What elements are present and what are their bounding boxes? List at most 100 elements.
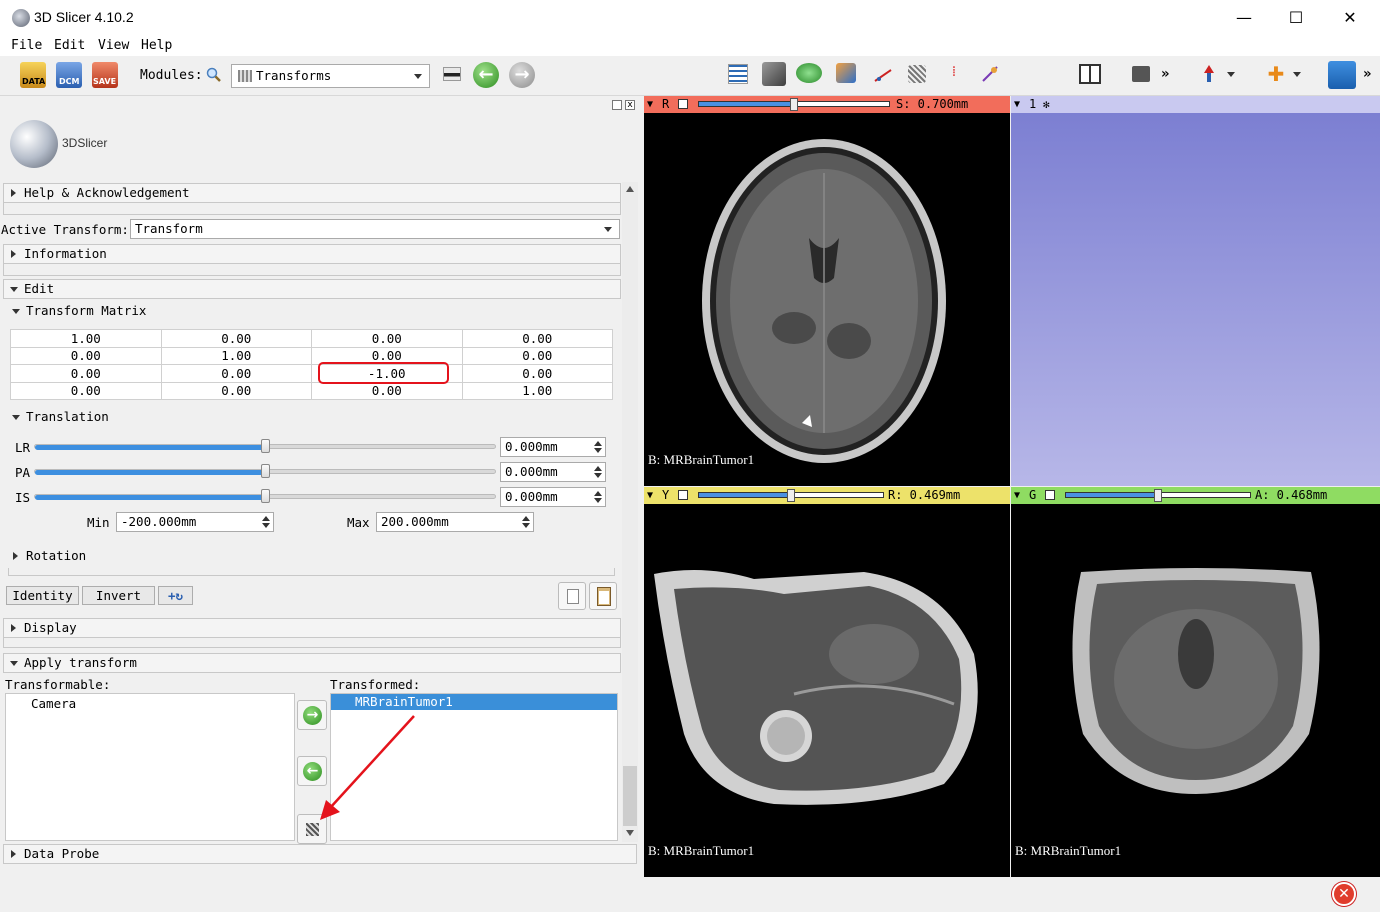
menu-edit[interactable]: Edit bbox=[54, 38, 85, 53]
pa-slider-handle[interactable] bbox=[261, 464, 270, 478]
split-transform-button[interactable]: +↻ bbox=[158, 586, 193, 605]
maximize-button[interactable]: ☐ bbox=[1273, 0, 1319, 36]
section-apply-transform[interactable]: Apply transform bbox=[3, 653, 621, 673]
module-history-icon[interactable] bbox=[443, 67, 461, 81]
section-data-probe[interactable]: Data Probe bbox=[3, 844, 637, 864]
active-transform-selector[interactable]: Transform bbox=[130, 219, 620, 239]
matrix-cell-1-0[interactable]: 0.00 bbox=[10, 346, 162, 365]
back-arrow-icon[interactable]: ← bbox=[473, 62, 499, 88]
screenshot-icon[interactable] bbox=[1132, 66, 1150, 82]
section-information[interactable]: Information bbox=[3, 244, 621, 264]
section-help[interactable]: Help & Acknowledgement bbox=[3, 183, 621, 203]
markups-icon[interactable] bbox=[873, 64, 893, 84]
close-window-button[interactable]: ✕ bbox=[1327, 0, 1373, 36]
list-item[interactable]: Camera bbox=[31, 696, 76, 711]
green-slice-view[interactable]: B: MRBrainTumor1 bbox=[1011, 504, 1380, 877]
mouse-mode-dropdown-icon[interactable] bbox=[1227, 72, 1235, 77]
more-tools-chevron[interactable]: » bbox=[1161, 66, 1169, 82]
red-slider-handle[interactable] bbox=[790, 98, 798, 111]
green-slider-handle[interactable] bbox=[1154, 489, 1162, 502]
yellow-slider-handle[interactable] bbox=[787, 489, 795, 502]
close-panel-icon[interactable]: x bbox=[625, 100, 635, 110]
is-slider-handle[interactable] bbox=[261, 489, 270, 503]
matrix-cell-3-1[interactable]: 0.00 bbox=[160, 381, 312, 400]
link-icon[interactable] bbox=[678, 99, 688, 109]
save-button[interactable]: SAVE bbox=[92, 62, 118, 88]
more-tools-chevron-right[interactable]: » bbox=[1363, 66, 1371, 82]
matrix-cell-3-2[interactable]: 0.00 bbox=[311, 381, 463, 400]
lr-label: LR bbox=[15, 440, 31, 455]
volumes-cube-icon[interactable] bbox=[762, 62, 786, 86]
rotation-header[interactable]: Rotation bbox=[10, 548, 86, 563]
pin-icon[interactable]: ▼ bbox=[647, 487, 653, 504]
load-data-button[interactable]: DATA bbox=[20, 62, 46, 88]
paste-icon[interactable] bbox=[589, 582, 617, 610]
crosshair-dropdown-icon[interactable] bbox=[1293, 72, 1301, 77]
pa-value-spinbox[interactable]: 0.000mm bbox=[500, 462, 606, 482]
minimize-button[interactable]: — bbox=[1221, 0, 1267, 36]
panel-scrollbar[interactable] bbox=[622, 182, 638, 842]
layout-icon[interactable] bbox=[1079, 64, 1101, 84]
transform-matrix-header[interactable]: Transform Matrix bbox=[10, 303, 146, 318]
models-icon[interactable] bbox=[796, 63, 822, 83]
slicer-app-icon bbox=[12, 9, 30, 27]
scroll-down-arrow-icon[interactable] bbox=[626, 830, 634, 836]
threed-view[interactable] bbox=[1011, 113, 1380, 486]
max-value-spinbox[interactable]: 200.000mm bbox=[376, 512, 534, 532]
mouse-mode-icon[interactable] bbox=[1201, 64, 1217, 84]
scrollbar-thumb[interactable] bbox=[623, 766, 637, 826]
matrix-cell-0-2[interactable]: 0.00 bbox=[311, 329, 463, 348]
copy-icon[interactable] bbox=[558, 582, 586, 610]
yellow-slice-view[interactable]: B: MRBrainTumor1 bbox=[644, 504, 1010, 877]
min-value-spinbox[interactable]: -200.000mm bbox=[116, 512, 274, 532]
module-selector[interactable]: Transforms bbox=[231, 64, 430, 88]
transforms-icon[interactable] bbox=[908, 65, 926, 83]
extension-manager-icon[interactable] bbox=[1328, 61, 1356, 89]
translation-header[interactable]: Translation bbox=[10, 409, 109, 424]
matrix-cell-1-1[interactable]: 1.00 bbox=[160, 346, 312, 365]
crop-volume-icon[interactable] bbox=[980, 64, 1000, 84]
data-module-icon[interactable] bbox=[728, 64, 748, 84]
list-item-selected[interactable]: MRBrainTumor1 bbox=[331, 694, 617, 710]
matrix-cell-1-3[interactable]: 0.00 bbox=[461, 346, 613, 365]
expand-arrow-icon bbox=[11, 850, 16, 858]
load-dicom-button[interactable]: DCM bbox=[56, 62, 82, 88]
matrix-cell-3-3[interactable]: 1.00 bbox=[461, 381, 613, 400]
section-display[interactable]: Display bbox=[3, 618, 621, 638]
logo-text: 3DSlicer bbox=[62, 136, 108, 150]
pin-icon[interactable]: ▼ bbox=[647, 96, 653, 113]
lr-value-spinbox[interactable]: 0.000mm bbox=[500, 437, 606, 457]
search-icon[interactable] bbox=[206, 67, 222, 83]
matrix-cell-0-3[interactable]: 0.00 bbox=[461, 329, 613, 348]
matrix-cell-2-3[interactable]: 0.00 bbox=[461, 364, 613, 383]
matrix-cell-2-1[interactable]: 0.00 bbox=[160, 364, 312, 383]
menu-view[interactable]: View bbox=[98, 38, 129, 53]
matrix-cell-0-1[interactable]: 0.00 bbox=[160, 329, 312, 348]
undock-icon[interactable] bbox=[612, 100, 622, 110]
menu-file[interactable]: File bbox=[11, 38, 42, 53]
pin-icon[interactable]: ▼ bbox=[1014, 487, 1020, 504]
crosshair-icon[interactable]: ✚ bbox=[1266, 64, 1286, 84]
transformable-list[interactable]: Camera bbox=[5, 693, 295, 841]
link-icon[interactable] bbox=[678, 490, 688, 500]
matrix-cell-2-0[interactable]: 0.00 bbox=[10, 364, 162, 383]
green-slice-offset: A: 0.468mm bbox=[1255, 488, 1328, 502]
matrix-cell-0-0[interactable]: 1.00 bbox=[10, 329, 162, 348]
segment-editor-icon[interactable] bbox=[836, 63, 856, 83]
is-value-spinbox[interactable]: 0.000mm bbox=[500, 487, 606, 507]
center-view-icon[interactable]: ✻ bbox=[1043, 96, 1050, 113]
identity-button[interactable]: Identity bbox=[6, 586, 79, 605]
pin-icon[interactable]: ▼ bbox=[1014, 96, 1020, 113]
scroll-up-arrow-icon[interactable] bbox=[626, 186, 634, 192]
section-edit[interactable]: Edit bbox=[3, 279, 621, 299]
main-toolbar: DATA DCM SAVE Modules: Transforms ← → ⁞ … bbox=[0, 56, 1380, 96]
invert-button[interactable]: Invert bbox=[82, 586, 155, 605]
fiducials-icon[interactable]: ⁞ bbox=[944, 64, 964, 84]
forward-arrow-icon[interactable]: → bbox=[509, 62, 535, 88]
matrix-cell-3-0[interactable]: 0.00 bbox=[10, 381, 162, 400]
link-icon[interactable] bbox=[1045, 490, 1055, 500]
error-log-icon[interactable]: ✕ bbox=[1332, 882, 1356, 906]
menu-help[interactable]: Help bbox=[141, 38, 172, 53]
lr-slider-handle[interactable] bbox=[261, 439, 270, 453]
red-slice-view[interactable]: B: MRBrainTumor1 bbox=[644, 113, 1010, 486]
